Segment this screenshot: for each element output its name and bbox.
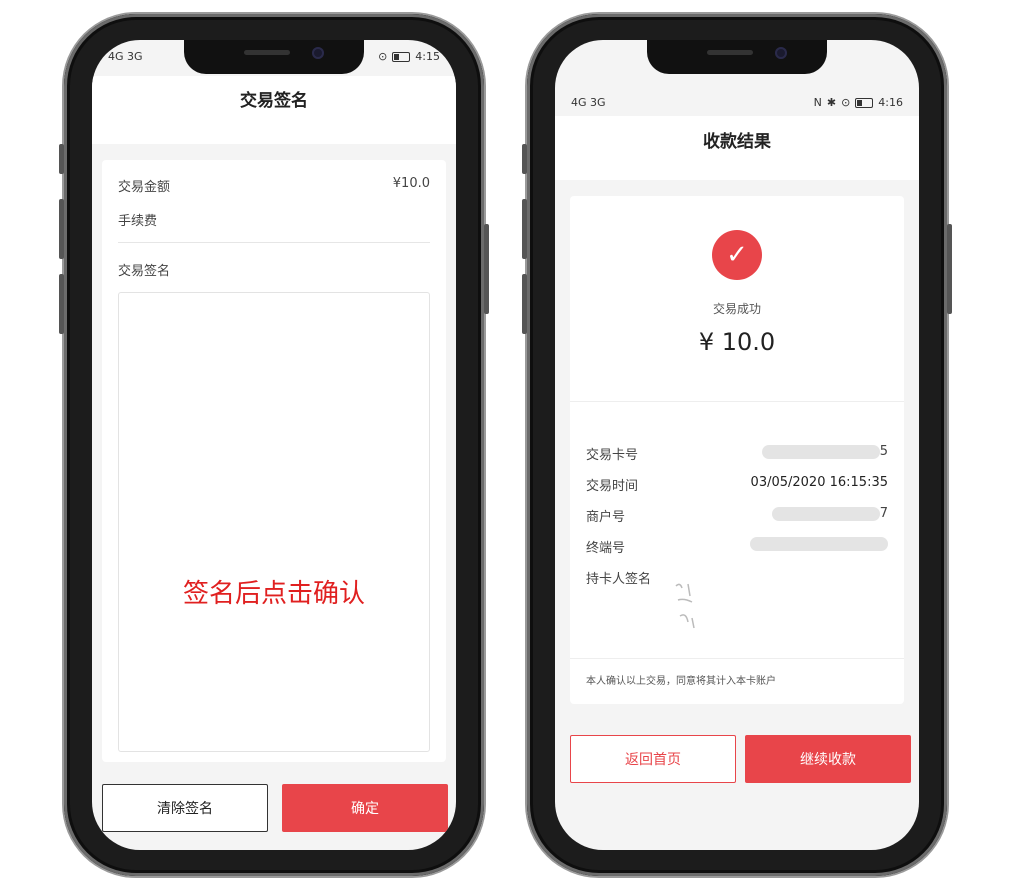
masked-value xyxy=(750,537,888,551)
card-number-label: 交易卡号 xyxy=(586,448,639,463)
time-label: 交易时间 xyxy=(586,479,639,494)
signal-indicator: 4G 3G xyxy=(108,50,143,63)
power-button xyxy=(484,224,489,314)
merchant-label: 商户号 xyxy=(586,510,626,525)
divider xyxy=(570,401,904,402)
signature-pad[interactable]: 签名后点击确认 xyxy=(118,292,430,752)
signature-label: 交易签名 xyxy=(118,264,171,279)
amount-value: ¥10.0 xyxy=(392,176,430,191)
time-row: 交易时间 03/05/2020 16:15:35 xyxy=(586,475,888,494)
result-card: ✓ 交易成功 ¥ 10.0 交易卡号 5 交易时间 03/05/2020 16:… xyxy=(570,196,904,704)
signature-image xyxy=(670,578,704,634)
notch xyxy=(184,40,364,74)
card-number-value: 5 xyxy=(879,444,888,459)
location-icon: ⊙ xyxy=(841,96,851,109)
phone-left: 4G 3G ⊙ 4:15 交易签名 交易金额 ¥10.0 手续费 交易签名 签名… xyxy=(59,14,489,876)
signature-hint: 签名后点击确认 xyxy=(182,579,365,609)
signature-label-row: 交易签名 xyxy=(118,260,430,279)
signal-indicator: 4G 3G xyxy=(571,96,606,109)
card-number-row: 交易卡号 5 xyxy=(586,444,888,463)
divider xyxy=(118,242,430,243)
status-time: 4:15 xyxy=(415,50,440,63)
page-title: 交易签名 xyxy=(92,76,456,144)
confirm-button[interactable]: 确定 xyxy=(282,784,448,832)
power-button xyxy=(947,224,952,314)
battery-icon xyxy=(392,51,411,62)
masked-value xyxy=(761,444,880,459)
screen-right: 4G 3G N ✱ ⊙ 4:16 收款结果 ✓ 交易成功 ¥ 10.0 交易卡号… xyxy=(555,40,919,850)
screen-left: 4G 3G ⊙ 4:15 交易签名 交易金额 ¥10.0 手续费 交易签名 签名… xyxy=(92,40,456,850)
volume-up-button xyxy=(522,199,527,259)
amount-row: 交易金额 ¥10.0 xyxy=(118,176,430,195)
amount-label: 交易金额 xyxy=(118,180,171,195)
divider xyxy=(570,658,904,659)
result-amount: ¥ 10.0 xyxy=(698,328,776,356)
fee-row: 手续费 xyxy=(118,210,430,229)
battery-icon xyxy=(855,97,874,108)
nfc-icon: N xyxy=(813,96,822,109)
success-check-icon: ✓ xyxy=(712,230,762,280)
page-title: 收款结果 xyxy=(555,116,919,180)
terminal-label: 终端号 xyxy=(586,541,626,556)
volume-up-button xyxy=(59,199,64,259)
notch xyxy=(647,40,827,74)
continue-collect-button[interactable]: 继续收款 xyxy=(745,735,911,783)
merchant-value: 7 xyxy=(879,506,888,521)
fee-label: 手续费 xyxy=(118,214,158,229)
signature-card: 交易金额 ¥10.0 手续费 交易签名 签名后点击确认 xyxy=(102,160,446,762)
bluetooth-icon: ✱ xyxy=(826,96,837,109)
mute-switch xyxy=(59,144,64,174)
signature-row: 持卡人签名 xyxy=(586,568,888,587)
merchant-row: 商户号 7 xyxy=(586,506,888,525)
back-home-button[interactable]: 返回首页 xyxy=(570,735,736,783)
volume-down-button xyxy=(59,274,64,334)
status-bar: 4G 3G N ✱ ⊙ 4:16 xyxy=(571,96,903,109)
disclaimer-text: 本人确认以上交易，同意将其计入本卡账户 xyxy=(586,676,776,687)
success-text: 交易成功 xyxy=(712,302,761,316)
volume-down-button xyxy=(522,274,527,334)
clear-signature-button[interactable]: 清除签名 xyxy=(102,784,268,832)
masked-value xyxy=(771,506,880,521)
cardholder-signature-label: 持卡人签名 xyxy=(586,572,652,587)
location-icon: ⊙ xyxy=(378,50,388,63)
time-value: 03/05/2020 16:15:35 xyxy=(750,475,888,490)
status-time: 4:16 xyxy=(878,96,903,109)
phone-right: 4G 3G N ✱ ⊙ 4:16 收款结果 ✓ 交易成功 ¥ 10.0 交易卡号… xyxy=(522,14,952,876)
mute-switch xyxy=(522,144,527,174)
terminal-row: 终端号 xyxy=(586,537,888,556)
